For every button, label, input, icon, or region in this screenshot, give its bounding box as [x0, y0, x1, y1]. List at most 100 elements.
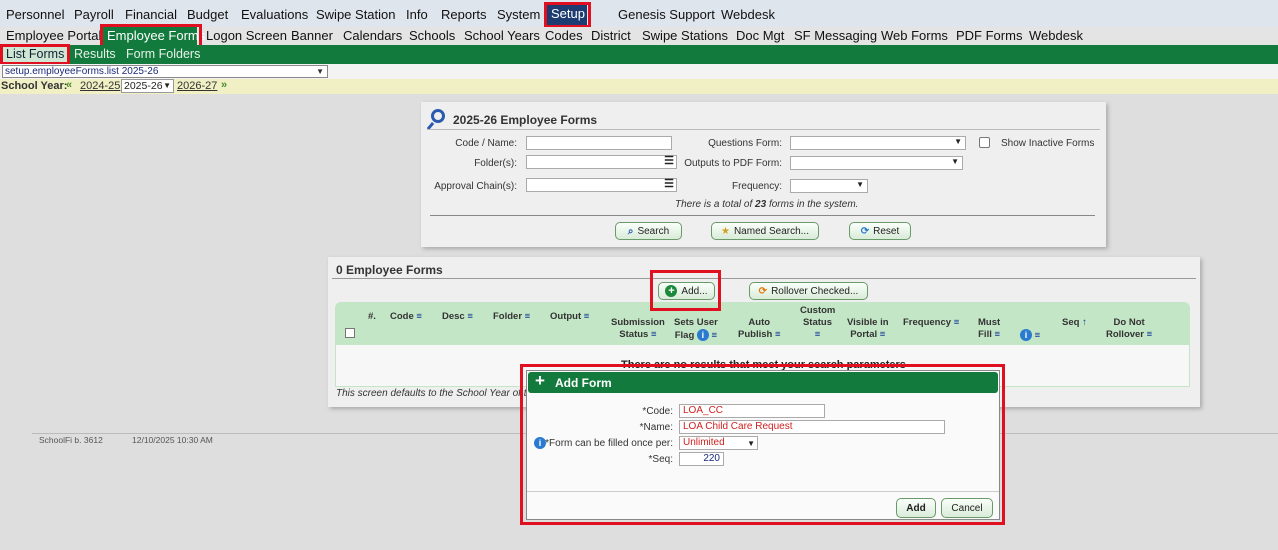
menu-personnel[interactable]: Personnel	[6, 7, 65, 22]
filter-icon[interactable]: ≡	[775, 329, 781, 340]
filter-icon[interactable]: ≡	[712, 330, 718, 341]
list-icon[interactable]: ☰	[664, 154, 674, 167]
reset-button[interactable]: ⟳ Reset	[849, 222, 911, 240]
col-label: Seq	[1062, 317, 1080, 328]
filter-icon[interactable]: ≡	[467, 311, 473, 322]
rollover-checked-button[interactable]: ⟳ Rollover Checked...	[749, 282, 868, 300]
tab-results[interactable]: Results	[74, 47, 116, 61]
menu-system[interactable]: System	[497, 7, 540, 22]
col-l1: Submission	[611, 317, 665, 328]
col-info-header[interactable]: i ≡	[1020, 329, 1040, 342]
filter-icon[interactable]: ≡	[584, 311, 590, 322]
col-seq-header[interactable]: Seq ↑	[1062, 317, 1087, 329]
code-name-input[interactable]	[526, 136, 672, 150]
submenu-web-forms[interactable]: Web Forms	[881, 28, 948, 43]
frequency-select[interactable]: ▼	[790, 179, 868, 193]
search-panel-title: 2025-26 Employee Forms	[453, 113, 598, 127]
submenu-doc-mgt[interactable]: Doc Mgt	[736, 28, 784, 43]
col-code-header[interactable]: Code ≡	[390, 311, 422, 323]
school-year-select[interactable]: 2025-26 ▼	[121, 79, 174, 93]
submenu-swipe-stations[interactable]: Swipe Stations	[642, 28, 728, 43]
info-icon[interactable]: i	[1020, 329, 1032, 341]
col-submission-status-header[interactable]: Submission Status ≡	[611, 317, 665, 341]
named-search-button[interactable]: ★ Named Search...	[711, 222, 819, 240]
filter-icon[interactable]: ≡	[1147, 329, 1153, 340]
filter-icon[interactable]: ≡	[525, 311, 531, 322]
col-sets-user-flag-header[interactable]: Sets User Flag i ≡	[674, 317, 718, 342]
submenu-pdf-forms[interactable]: PDF Forms	[956, 28, 1022, 43]
col-num-header[interactable]: #.	[368, 311, 376, 323]
select-all-checkbox[interactable]	[345, 328, 355, 338]
search-panel: 2025-26 Employee Forms Code / Name: Fold…	[421, 102, 1106, 247]
screen-select-value: setup.employeeForms.list 2025-26	[5, 66, 159, 77]
submenu-schools[interactable]: Schools	[409, 28, 455, 43]
col-output-header[interactable]: Output ≡	[550, 311, 589, 323]
menu-webdesk[interactable]: Webdesk	[721, 7, 775, 22]
col-l2: Portal ≡	[847, 329, 889, 341]
screen-select[interactable]: setup.employeeForms.list 2025-26 ▼	[2, 65, 328, 78]
default-year-note: This screen defaults to the School Year …	[336, 388, 533, 399]
menu-financial[interactable]: Financial	[125, 7, 177, 22]
filter-icon[interactable]: ≡	[880, 329, 886, 340]
submenu-sf-messaging[interactable]: SF Messaging	[794, 28, 877, 43]
col-label: Code	[390, 311, 414, 322]
submenu-employee-portal[interactable]: Employee Portal	[6, 28, 101, 43]
filter-icon[interactable]: ≡	[995, 329, 1001, 340]
folders-label: Folder(s):	[474, 158, 517, 169]
col-desc-header[interactable]: Desc ≡	[442, 311, 473, 323]
prev-year-arrow-icon[interactable]: «	[66, 79, 72, 91]
col-frequency-header[interactable]: Frequency ≡	[903, 317, 959, 329]
menu-budget[interactable]: Budget	[187, 7, 228, 22]
menu-reports[interactable]: Reports	[441, 7, 487, 22]
list-icon[interactable]: ☰	[664, 177, 674, 190]
approval-chain-input[interactable]: ☰	[526, 178, 677, 192]
submenu-district[interactable]: District	[591, 28, 631, 43]
menu-payroll[interactable]: Payroll	[74, 7, 114, 22]
filter-icon[interactable]: ≡	[416, 311, 422, 322]
col-label: Frequency	[903, 317, 952, 328]
reset-button-label: Reset	[873, 225, 900, 237]
search-button[interactable]: ⌕ Search	[615, 222, 682, 240]
info-icon[interactable]: i	[696, 329, 709, 341]
col-auto-publish-header[interactable]: Auto Publish ≡	[738, 317, 781, 341]
submenu-logon-screen[interactable]: Logon Screen	[206, 28, 287, 43]
prev-year-link[interactable]: 2024-25	[80, 80, 120, 92]
menu-info[interactable]: Info	[406, 7, 428, 22]
col-visible-in-portal-header[interactable]: Visible in Portal ≡	[847, 317, 889, 341]
sort-up-arrow-icon[interactable]: ↑	[1082, 317, 1087, 328]
submenu-codes[interactable]: Codes	[545, 28, 583, 43]
col-l2: Fill ≡	[978, 329, 1000, 341]
submenu-webdesk[interactable]: Webdesk	[1029, 28, 1083, 43]
col-l2: Status ≡	[611, 329, 665, 341]
col-label: Flag	[674, 330, 695, 341]
col-folder-header[interactable]: Folder ≡	[493, 311, 530, 323]
school-year-label: School Year:	[1, 80, 68, 92]
submenu-school-years[interactable]: School Years	[464, 28, 540, 43]
col-custom-status-header[interactable]: Custom Status ≡	[800, 305, 835, 341]
submenu-calendars[interactable]: Calendars	[343, 28, 402, 43]
total-forms-text: There is a total of 23 forms in the syst…	[675, 199, 858, 210]
next-year-link[interactable]: 2026-27	[177, 80, 217, 92]
submenu-banner[interactable]: Banner	[291, 28, 333, 43]
outputs-pdf-select[interactable]: ▼	[790, 156, 963, 170]
questions-form-select[interactable]: ▼	[790, 136, 966, 150]
col-label: Rollover	[1106, 329, 1145, 340]
menu-evaluations[interactable]: Evaluations	[241, 7, 308, 22]
chevron-down-icon: ▼	[951, 157, 959, 166]
folders-input[interactable]: ☰	[526, 155, 677, 169]
filter-icon[interactable]: ≡	[954, 317, 960, 328]
school-year-select-value: 2025-26	[124, 80, 163, 92]
filter-icon[interactable]: ≡	[1035, 330, 1041, 341]
col-must-fill-header[interactable]: Must Fill ≡	[978, 317, 1000, 341]
filter-icon[interactable]: ≡	[651, 329, 657, 340]
col-do-not-rollover-header[interactable]: Do Not Rollover ≡	[1106, 317, 1152, 341]
menu-genesis-support[interactable]: Genesis Support	[618, 7, 715, 22]
col-l2: Folder ≡	[493, 311, 530, 323]
show-inactive-checkbox[interactable]	[979, 137, 990, 148]
menu-swipe-station[interactable]: Swipe Station	[316, 7, 396, 22]
tab-form-folders[interactable]: Form Folders	[126, 47, 200, 61]
col-l2: Code ≡	[390, 311, 422, 323]
filter-icon[interactable]: ≡	[815, 329, 821, 340]
school-year-row: School Year: « 2024-25 2025-26 ▼ 2026-27…	[0, 79, 1278, 94]
next-year-arrow-icon[interactable]: »	[221, 79, 227, 91]
